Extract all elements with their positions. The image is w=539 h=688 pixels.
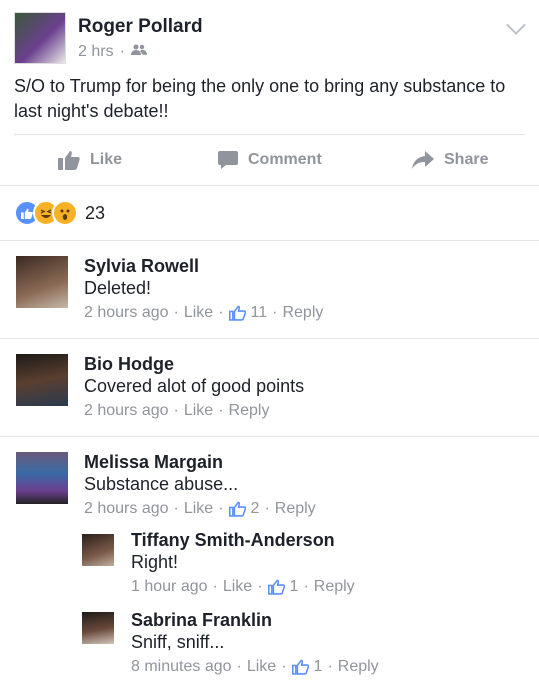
share-label: Share <box>444 151 489 168</box>
reply-text: Sniff, sniff... <box>131 632 225 652</box>
commenter-avatar[interactable] <box>16 452 68 504</box>
comment-icon <box>218 151 238 169</box>
comment-reply-link[interactable]: Reply <box>229 402 270 420</box>
author-avatar[interactable] <box>14 12 66 64</box>
reply-reply-link[interactable]: Reply <box>338 658 379 676</box>
thumbs-up-icon <box>58 151 80 170</box>
comment-text: Covered alot of good points <box>84 376 305 396</box>
comment-item: Bio Hodge Covered alot of good points 2 … <box>0 354 539 434</box>
comment-time[interactable]: 2 hours ago <box>84 402 169 420</box>
reply-time[interactable]: 8 minutes ago <box>131 658 232 676</box>
reply-like-count[interactable]: 1 <box>314 658 323 676</box>
chevron-down-icon[interactable] <box>506 15 526 35</box>
comment-label: Comment <box>248 151 322 168</box>
post-text: S/O to Trump for being the only one to b… <box>14 76 506 121</box>
comment-text: Deleted! <box>84 278 152 298</box>
like-button[interactable]: Like <box>58 140 122 180</box>
reply-reply-link[interactable]: Reply <box>314 578 355 596</box>
comment-like-count[interactable]: 11 <box>251 304 268 322</box>
reply-text: Right! <box>131 552 179 572</box>
like-label: Like <box>90 151 123 168</box>
reply-time[interactable]: 1 hour ago <box>131 578 208 596</box>
post-time[interactable]: 2 hrs <box>78 43 114 61</box>
reaction-count: 23 <box>85 202 106 223</box>
wow-reaction-icon <box>52 200 78 226</box>
replier-avatar[interactable] <box>82 612 114 644</box>
reply-item: Sabrina Franklin Sniff, sniff... 8 minut… <box>0 610 539 682</box>
divider <box>14 134 525 135</box>
reply-like-link[interactable]: Like <box>223 578 252 596</box>
commenter-name[interactable]: Sylvia Rowell <box>84 256 199 277</box>
thumbs-up-outline-icon <box>228 305 246 321</box>
comment-item: Melissa Margain Substance abuse... 2 hou… <box>0 452 539 532</box>
commenter-avatar[interactable] <box>16 256 68 308</box>
thumbs-up-outline-icon <box>291 659 309 675</box>
replier-name[interactable]: Sabrina Franklin <box>131 610 272 631</box>
comment-meta: 2 hours ago · Like · 2 · Reply <box>84 500 316 518</box>
comment-text: Substance abuse... <box>84 474 239 494</box>
comment-like-link[interactable]: Like <box>184 402 213 420</box>
comment-like-link[interactable]: Like <box>184 500 213 518</box>
commenter-name[interactable]: Melissa Margain <box>84 452 223 473</box>
thumbs-up-outline-icon <box>267 579 285 595</box>
comment-like-count[interactable]: 2 <box>251 500 260 518</box>
reply-like-link[interactable]: Like <box>247 658 276 676</box>
divider <box>0 436 539 437</box>
commenter-avatar[interactable] <box>16 354 68 406</box>
comment-button[interactable]: Comment <box>218 140 322 180</box>
reply-meta: 8 minutes ago · Like · 1 · Reply <box>131 658 379 676</box>
replier-avatar[interactable] <box>82 534 114 566</box>
divider <box>0 240 539 241</box>
comment-meta: 2 hours ago · Like · Reply <box>84 402 270 420</box>
post-meta: 2 hrs · <box>78 43 147 61</box>
divider <box>0 338 539 339</box>
thumbs-up-outline-icon <box>228 501 246 517</box>
post-author-name[interactable]: Roger Pollard <box>78 16 203 38</box>
replier-name[interactable]: Tiffany Smith-Anderson <box>131 530 335 551</box>
comment-time[interactable]: 2 hours ago <box>84 304 169 322</box>
commenter-name[interactable]: Bio Hodge <box>84 354 174 375</box>
comment-like-link[interactable]: Like <box>184 304 213 322</box>
comment-reply-link[interactable]: Reply <box>282 304 323 322</box>
reply-like-count[interactable]: 1 <box>290 578 299 596</box>
comment-meta: 2 hours ago · Like · 11 · Reply <box>84 304 324 322</box>
reply-meta: 1 hour ago · Like · 1 · Reply <box>131 578 355 596</box>
comment-time[interactable]: 2 hours ago <box>84 500 169 518</box>
friends-icon[interactable] <box>130 43 147 61</box>
reactions-summary[interactable]: 23 <box>14 200 105 226</box>
post-header: Roger Pollard 2 hrs · <box>14 12 529 64</box>
divider <box>0 185 539 186</box>
share-icon <box>412 151 434 169</box>
reply-item: Tiffany Smith-Anderson Right! 1 hour ago… <box>0 530 539 602</box>
post-actions: Like Comment Share <box>0 140 539 180</box>
comment-item: Sylvia Rowell Deleted! 2 hours ago · Like… <box>0 256 539 336</box>
share-button[interactable]: Share <box>412 140 488 180</box>
comment-reply-link[interactable]: Reply <box>275 500 316 518</box>
